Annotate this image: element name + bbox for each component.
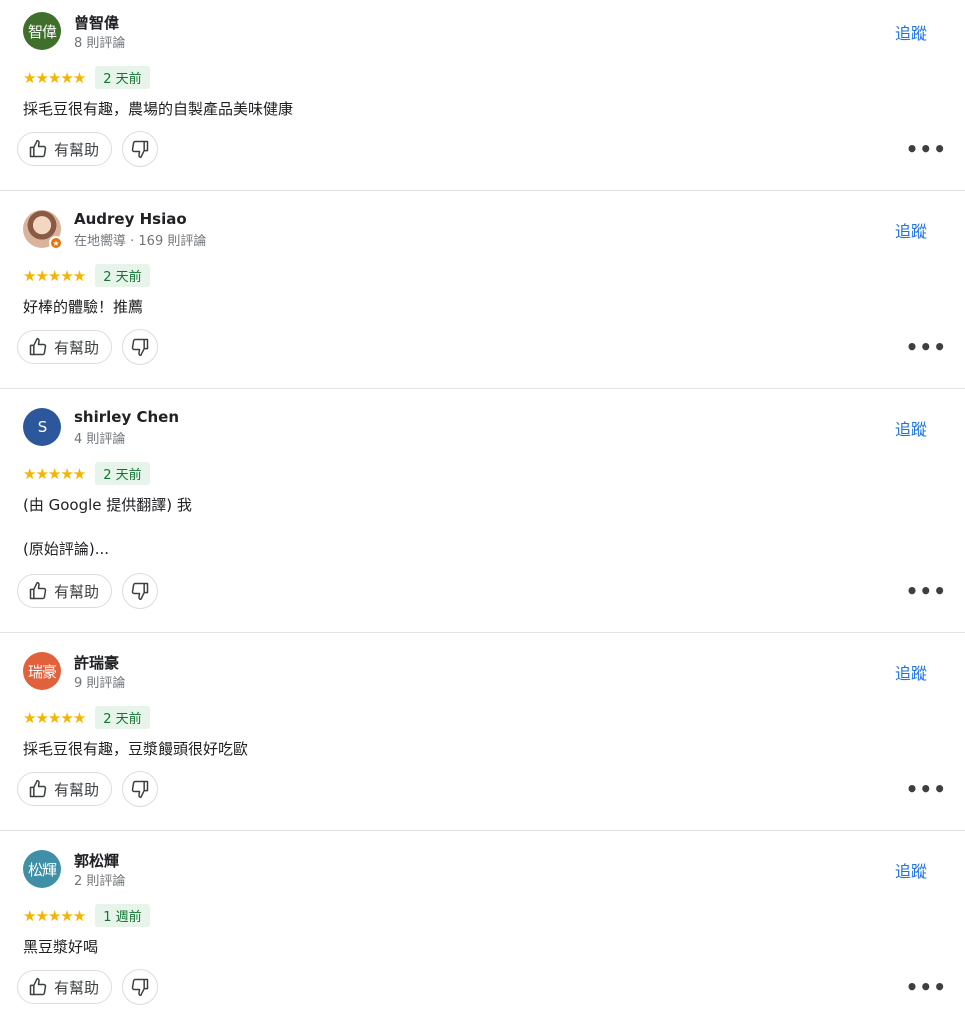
reviewer-name[interactable]: shirley Chen [74,408,179,426]
rating-row: ★★★★★ 2 天前 [23,264,150,287]
reviewer-meta: 2 則評論 [74,874,126,889]
helpful-button[interactable]: 有幫助 [17,574,113,608]
more-options-button[interactable]: ••• [906,581,947,601]
thumbs-down-icon [131,978,149,997]
review-time-badge: 2 天前 [95,706,150,729]
review-text: (由 Google 提供翻譯) 我 (原始評論)... [23,494,192,560]
reviewer-name[interactable]: 許瑞豪 [74,652,119,673]
follow-button[interactable]: 追蹤 [895,218,927,242]
not-helpful-button[interactable] [122,573,159,609]
reviewer-name[interactable]: Audrey Hsiao [74,210,187,228]
review-text: 採毛豆很有趣，豆漿饅頭很好吃歐 [23,738,248,760]
not-helpful-button[interactable] [122,969,159,1005]
review-text-line: 採毛豆很有趣，農場的自製產品美味健康 [23,100,294,118]
avatar[interactable]: 松輝 [23,850,61,888]
thumbs-down-icon [131,780,149,799]
star-rating: ★★★★★ [23,906,86,925]
review-actions: 有幫助 [17,329,159,365]
not-helpful-button[interactable] [122,131,159,167]
thumbs-down-icon [131,140,149,159]
avatar[interactable]: 智偉 [23,12,61,50]
more-options-button[interactable]: ••• [906,139,947,159]
thumbs-up-icon [29,139,47,158]
reviewer-name[interactable]: 曾智偉 [74,12,119,33]
review-text: 黑豆漿好喝 [23,936,98,958]
review-actions: 有幫助 [17,573,159,609]
helpful-button[interactable]: 有幫助 [17,772,113,806]
rating-row: ★★★★★ 2 天前 [23,706,150,729]
review-text: 採毛豆很有趣，農場的自製產品美味健康 [23,98,293,120]
review-card: 松輝 郭松輝 2 則評論 追蹤 ★★★★★ 1 週前 黑豆漿好喝 有幫助 ••• [0,838,965,1024]
review-time-badge: 2 天前 [95,66,150,89]
not-helpful-button[interactable] [122,329,159,365]
review-text-line: (原始評論)... [23,540,110,558]
follow-button[interactable]: 追蹤 [895,416,927,440]
review-actions: 有幫助 [17,969,159,1005]
follow-button[interactable]: 追蹤 [895,660,927,684]
more-options-button[interactable]: ••• [906,337,947,357]
review-text-line: 好棒的體驗！推薦 [23,298,144,316]
thumbs-down-icon [131,582,149,601]
review-time-badge: 1 週前 [95,904,150,927]
star-rating: ★★★★★ [23,68,86,87]
helpful-button[interactable]: 有幫助 [17,970,113,1004]
star-rating: ★★★★★ [23,464,86,483]
review-text: 好棒的體驗！推薦 [23,296,143,318]
rating-row: ★★★★★ 2 天前 [23,462,150,485]
review-card: ★ Audrey Hsiao 在地嚮導 · 169 則評論 追蹤 ★★★★★ 2… [0,198,965,389]
follow-button[interactable]: 追蹤 [895,858,927,882]
review-text-line: 採毛豆很有趣，豆漿饅頭很好吃歐 [23,740,249,758]
not-helpful-button[interactable] [122,771,159,807]
thumbs-down-icon [131,338,149,357]
avatar-initials: 智偉 [27,22,57,41]
review-time-badge: 2 天前 [95,264,150,287]
review-time-badge: 2 天前 [95,462,150,485]
thumbs-up-icon [29,977,47,996]
avatar[interactable]: ★ [23,210,63,250]
review-text-line [23,516,192,538]
reviewer-meta: 8 則評論 [74,36,126,51]
helpful-button[interactable]: 有幫助 [17,132,113,166]
review-text-line: (由 Google 提供翻譯) 我 [23,496,192,514]
helpful-label: 有幫助 [54,338,100,357]
avatar[interactable]: 瑞豪 [23,652,61,690]
local-guide-badge-icon: ★ [49,236,63,250]
reviewer-name[interactable]: 郭松輝 [74,850,119,871]
rating-row: ★★★★★ 2 天前 [23,66,150,89]
thumbs-up-icon [29,337,47,356]
reviewer-meta: 4 則評論 [74,432,126,447]
reviewer-meta: 9 則評論 [74,676,126,691]
star-rating: ★★★★★ [23,708,86,727]
avatar-initials: S [37,418,47,436]
follow-button[interactable]: 追蹤 [895,20,927,44]
review-card: 智偉 曾智偉 8 則評論 追蹤 ★★★★★ 2 天前 採毛豆很有趣，農場的自製產… [0,0,965,191]
review-text-line: 黑豆漿好喝 [23,938,99,956]
reviewer-meta: 在地嚮導 · 169 則評論 [74,234,207,249]
star-rating: ★★★★★ [23,266,86,285]
rating-row: ★★★★★ 1 週前 [23,904,150,927]
more-options-button[interactable]: ••• [906,977,947,997]
thumbs-up-icon [29,581,47,600]
helpful-label: 有幫助 [54,582,100,601]
helpful-label: 有幫助 [54,140,100,159]
review-card: S shirley Chen 4 則評論 追蹤 ★★★★★ 2 天前 (由 Go… [0,396,965,633]
avatar-initials: 瑞豪 [27,662,57,681]
helpful-label: 有幫助 [54,780,100,799]
avatar[interactable]: S [23,408,61,446]
review-actions: 有幫助 [17,131,159,167]
review-card: 瑞豪 許瑞豪 9 則評論 追蹤 ★★★★★ 2 天前 採毛豆很有趣，豆漿饅頭很好… [0,640,965,831]
review-actions: 有幫助 [17,771,159,807]
avatar-initials: 松輝 [27,860,57,879]
helpful-button[interactable]: 有幫助 [17,330,113,364]
thumbs-up-icon [29,779,47,798]
more-options-button[interactable]: ••• [906,779,947,799]
helpful-label: 有幫助 [54,978,100,997]
